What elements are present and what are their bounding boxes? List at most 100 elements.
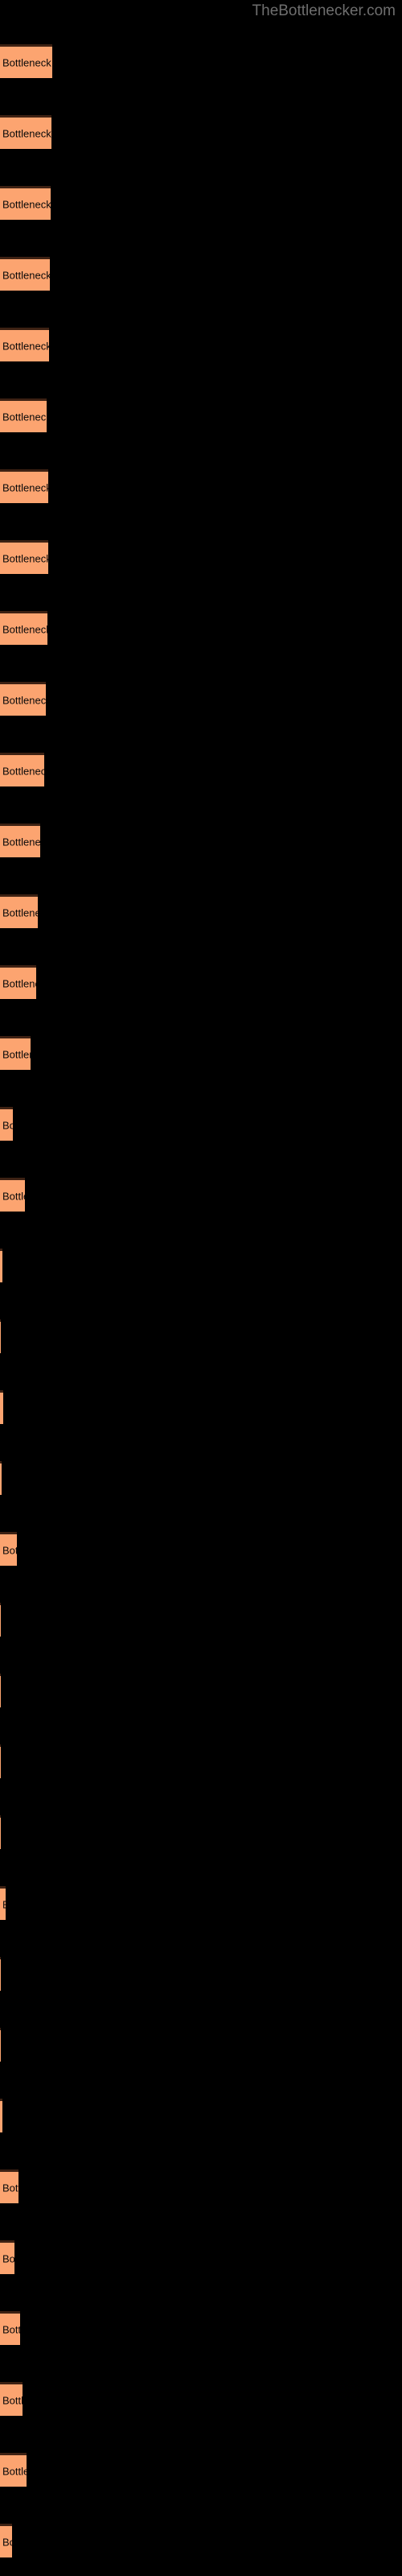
chart-bar-clip: Bottleneck result [0,2455,27,2487]
chart-bar-label: Bottleneck result [2,906,38,919]
chart-bar-clip: Bottleneck result [0,1393,3,1424]
chart-bar: Bottleneck result [0,824,40,857]
chart-bar: Bottleneck result [0,1603,1,1637]
chart-bar: Bottleneck result [0,2524,12,2557]
chart-bar-clip: Bottleneck result [0,1322,1,1353]
chart-bar-clip: Bottleneck result [0,826,40,857]
chart-bar: Bottleneck result [0,540,48,574]
chart-bar: Bottleneck result [0,44,52,78]
chart-bar: Bottleneck result [0,1107,13,1141]
chart-bar: Bottleneck result [0,1815,1,1849]
chart-bar: Bottleneck result [0,1886,6,1920]
chart-bar: Bottleneck result [0,1744,1,1778]
chart-bar: Bottleneck result [0,1461,2,1495]
chart-bar-clip: Bottleneck result [0,1534,17,1566]
chart-bar: Bottleneck result [0,398,47,432]
chart-bar: Bottleneck result [0,2453,27,2487]
chart-bar: Bottleneck result [0,469,48,503]
chart-bar-label: Bottleneck result [2,1403,3,1414]
chart-bar-label: Bottleneck result [2,340,49,352]
chart-bar: Bottleneck result [0,115,51,149]
chart-bar-clip: Bottleneck result [0,1038,31,1070]
chart-bar: Bottleneck result [0,611,47,645]
chart-bar-clip: Bottleneck result [0,684,46,716]
chart-bar-clip: Bottleneck result [0,1959,1,1991]
chart-bar-label: Bottleneck result [2,2182,18,2194]
chart-bar-clip: Bottleneck result [0,118,51,149]
chart-bar-label: Bottleneck result [2,127,51,139]
chart-bar-label: Bottleneck result [2,481,48,493]
chart-bar-label: Bottleneck result [2,2323,20,2335]
chart-bar-clip: Bottleneck result [0,1251,2,1282]
chart-bar-clip: Bottleneck result [0,401,47,432]
chart-bar-label: Bottleneck result [2,2465,27,2477]
chart-bar-label: Bottleneck result [2,836,40,848]
chart-bar-clip: Bottleneck result [0,188,51,220]
chart-bar-label: Bottleneck result [2,1190,25,1202]
chart-bar: Bottleneck result [0,753,44,786]
chart-bar: Bottleneck result [0,186,51,220]
chart-bar-clip: Bottleneck result [0,2101,2,2132]
chart-bar-clip: Bottleneck result [0,613,47,645]
chart-bar: Bottleneck result [0,2028,1,2062]
chart-bar: Bottleneck result [0,1957,1,1991]
chart-bar: Bottleneck result [0,965,36,999]
chart-bar-clip: Bottleneck result [0,968,36,999]
chart-bar-label: Bottleneck result [2,1899,6,1909]
chart-bar-label: Bottleneck result [2,623,47,635]
chart-bar-clip: Bottleneck result [0,897,38,928]
chart-bar-clip: Bottleneck result [0,2030,1,2062]
chart-bar-clip: Bottleneck result [0,259,50,291]
chart-bar-label: Bottleneck result [2,552,48,564]
chart-bar: Bottleneck result [0,2240,14,2274]
chart-bar-clip: Bottleneck result [0,543,48,574]
chart-bar-label: Bottleneck result [2,269,50,281]
chart-bar-label: Bottleneck result [2,694,46,706]
bars-layer: Bottleneck result Bottleneck result Bottle… [0,0,402,2576]
chart-bar-label: Bottleneck result [2,411,47,423]
chart-bar-label: Bottleneck result [2,1544,17,1556]
chart-bar-clip: Bottleneck result [0,47,52,78]
chart-bar-clip: Bottleneck result [0,2314,20,2345]
chart-bar-label: Bottleneck result [2,977,36,989]
chart-bar-clip: Bottleneck result [0,330,49,361]
chart-bar-clip: Bottleneck result [0,1109,13,1141]
chart-bar: Bottleneck result [0,1674,1,1707]
chart-bar-clip: Bottleneck result [0,2526,12,2557]
chart-bar: Bottleneck result [0,1532,17,1566]
chart-bar: Bottleneck result [0,682,46,716]
chart-bar-clip: Bottleneck result [0,1605,1,1637]
chart-bar: Bottleneck result [0,2169,18,2203]
chart-bar-clip: Bottleneck result [0,1463,2,1495]
chart-bar-clip: Bottleneck result [0,1180,25,1212]
chart-bar: Bottleneck result [0,257,50,291]
chart-bar: Bottleneck result [0,328,49,361]
chart-bar-label: Bottleneck result [2,2252,14,2264]
chart-bar: Bottleneck result [0,2311,20,2345]
chart-bar: Bottleneck result [0,1319,1,1353]
chart-bar-clip: Bottleneck result [0,1747,1,1778]
chart-bar-label: Bottleneck result [2,1119,13,1131]
chart-bar-label: Bottleneck result [2,1048,31,1060]
chart-bar-clip: Bottleneck result [0,1818,1,1849]
chart-bar-clip: Bottleneck result [0,2172,18,2203]
chart-bar-label: Bottleneck result [2,56,52,68]
chart-bar: Bottleneck result [0,1036,31,1070]
chart-bar-label: Bottleneck result [2,198,51,210]
chart-bar: Bottleneck result [0,894,38,928]
chart-bar-label: Bottleneck result [2,765,44,777]
chart-bar: Bottleneck result [0,1390,3,1424]
chart-bar: Bottleneck result [0,2099,2,2132]
chart-bar-label: Bottleneck result [2,2394,23,2406]
chart-bar-clip: Bottleneck result [0,1676,1,1707]
chart-bar-clip: Bottleneck result [0,1889,6,1920]
chart-bar: Bottleneck result [0,1178,25,1212]
chart-bar-label: Bottleneck result [2,2536,12,2548]
chart-bar: Bottleneck result [0,2382,23,2416]
chart-bar-clip: Bottleneck result [0,2384,23,2416]
chart-bar-clip: Bottleneck result [0,472,48,503]
chart-bar-clip: Bottleneck result [0,2243,14,2274]
chart-bar-clip: Bottleneck result [0,755,44,786]
bar-chart-canvas: TheBottlenecker.com Bottleneck resultBot… [0,0,402,2576]
chart-bar: Bottleneck result [0,1249,2,1282]
